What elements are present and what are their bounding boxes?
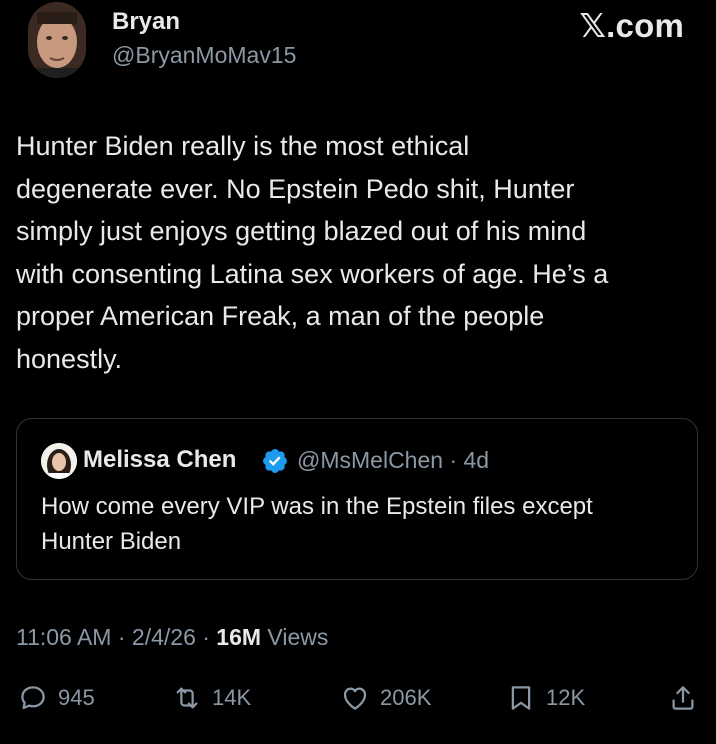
author-display-name[interactable]: Bryan [112, 8, 180, 36]
bookmark-button[interactable]: 12K [506, 681, 585, 715]
tweet-text: Hunter Biden really is the most ethical … [16, 131, 609, 374]
views-count[interactable]: 16M [216, 624, 261, 650]
repost-button[interactable]: 14K [172, 681, 251, 715]
author-avatar[interactable] [28, 2, 86, 78]
share-button[interactable] [668, 681, 698, 715]
site-logo: 𝕏.com [579, 7, 684, 44]
reply-button[interactable]: 945 [18, 681, 95, 715]
like-button[interactable]: 206K [340, 681, 431, 715]
author-handle[interactable]: @BryanMoMav15 [112, 42, 296, 69]
quoted-tweet-text: How come every VIP was in the Epstein fi… [41, 493, 593, 555]
views-label: Views [261, 624, 329, 650]
tweet-meta: 11:06 AM · 2/4/26 · 16M Views [16, 624, 328, 651]
repost-count: 14K [212, 685, 252, 710]
quoted-author-avatar[interactable] [41, 443, 77, 479]
quoted-author-avatar-image [41, 443, 77, 479]
bookmark-icon [511, 686, 531, 710]
share-icon [672, 686, 694, 710]
reply-count: 945 [58, 685, 95, 710]
bookmark-count: 12K [546, 685, 586, 710]
author-avatar-image [28, 2, 86, 78]
reply-icon [21, 686, 45, 710]
quoted-author-name[interactable]: Melissa Chen [83, 446, 236, 474]
quoted-tweet-card[interactable]: Melissa Chen @MsMelChen · 4d How come ev… [16, 418, 698, 580]
tweet-timestamp[interactable]: 11:06 AM · 2/4/26 · [16, 624, 216, 650]
like-count: 206K [380, 685, 432, 710]
heart-icon [343, 687, 367, 710]
quoted-author-handle-time[interactable]: @MsMelChen · 4d [297, 447, 489, 474]
repost-icon [176, 687, 198, 709]
verified-badge-icon [263, 449, 287, 473]
